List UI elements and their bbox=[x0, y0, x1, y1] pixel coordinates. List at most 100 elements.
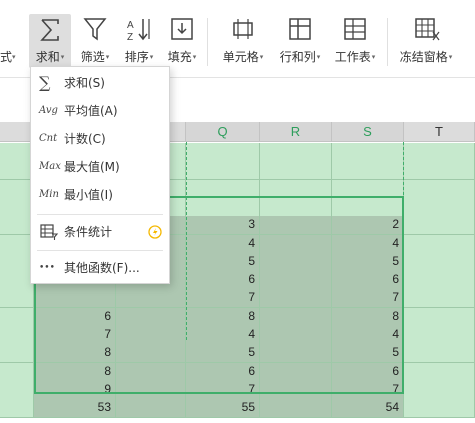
grid-cell[interactable] bbox=[260, 234, 332, 254]
filter-button[interactable]: 筛选▾ bbox=[74, 16, 116, 66]
grid-cell[interactable]: 4 bbox=[332, 326, 404, 345]
grid-cell[interactable] bbox=[116, 380, 186, 400]
grid-cell[interactable] bbox=[186, 143, 260, 162]
grid-cell[interactable] bbox=[260, 326, 332, 345]
grid-cell[interactable]: 7 bbox=[186, 380, 260, 400]
grid-cell[interactable] bbox=[332, 143, 404, 162]
grid-cell[interactable]: 8 bbox=[34, 344, 116, 364]
grid-cell[interactable] bbox=[260, 197, 332, 217]
grid-cell[interactable]: 6 bbox=[186, 271, 260, 291]
freeze-panes-button[interactable]: 冻结窗格▾ bbox=[395, 16, 457, 66]
menu-item-max[interactable]: Max 最大值(M) bbox=[31, 153, 169, 181]
column-header-t[interactable]: T bbox=[404, 122, 475, 142]
grid-cell[interactable] bbox=[116, 307, 186, 327]
grid-cell[interactable] bbox=[404, 161, 475, 181]
grid-cell[interactable] bbox=[0, 399, 34, 419]
grid-cell[interactable] bbox=[0, 234, 34, 254]
grid-cell[interactable]: 8 bbox=[186, 307, 260, 327]
grid-cell[interactable] bbox=[404, 197, 475, 217]
grid-cell[interactable] bbox=[404, 380, 475, 400]
menu-item-conditional-stats[interactable]: 条件统计 bbox=[31, 218, 169, 246]
grid-cell[interactable]: 7 bbox=[34, 326, 116, 345]
grid-cell[interactable] bbox=[186, 179, 260, 199]
grid-cell[interactable]: 4 bbox=[186, 234, 260, 254]
grid-cell[interactable] bbox=[332, 179, 404, 199]
grid-cell[interactable] bbox=[0, 326, 34, 345]
grid-cell[interactable]: 55 bbox=[186, 399, 260, 419]
grid-cell[interactable] bbox=[260, 380, 332, 400]
menu-item-min[interactable]: Min 最小值(I) bbox=[31, 181, 169, 209]
grid-cell[interactable] bbox=[260, 399, 332, 419]
cell-button[interactable]: 单元格▾ bbox=[218, 16, 268, 66]
sort-button[interactable]: A Z 排序▾ bbox=[118, 16, 160, 66]
grid-cell[interactable] bbox=[0, 252, 34, 272]
grid-cell[interactable] bbox=[34, 289, 116, 309]
grid-cell[interactable] bbox=[260, 307, 332, 327]
grid-cell[interactable]: 5 bbox=[332, 252, 404, 272]
grid-cell[interactable] bbox=[0, 307, 34, 327]
column-header-r[interactable]: R bbox=[260, 122, 332, 142]
grid-cell[interactable] bbox=[404, 252, 475, 272]
grid-cell[interactable] bbox=[260, 362, 332, 382]
grid-cell[interactable] bbox=[0, 179, 34, 199]
grid-cell[interactable] bbox=[260, 216, 332, 236]
grid-cell[interactable] bbox=[404, 143, 475, 162]
grid-cell[interactable]: 5 bbox=[332, 344, 404, 364]
grid-cell[interactable]: 4 bbox=[186, 326, 260, 345]
grid-cell[interactable] bbox=[0, 271, 34, 291]
grid-cell[interactable] bbox=[404, 307, 475, 327]
column-header-s[interactable]: S bbox=[332, 122, 404, 142]
grid-cell[interactable] bbox=[332, 197, 404, 217]
grid-cell[interactable] bbox=[116, 344, 186, 364]
grid-cell[interactable] bbox=[404, 289, 475, 309]
grid-cell[interactable] bbox=[260, 289, 332, 309]
grid-cell[interactable]: 54 bbox=[332, 399, 404, 419]
grid-cell[interactable] bbox=[260, 344, 332, 364]
grid-cell[interactable] bbox=[404, 271, 475, 291]
grid-cell[interactable] bbox=[260, 161, 332, 181]
grid-cell[interactable] bbox=[404, 399, 475, 419]
grid-cell[interactable] bbox=[116, 326, 186, 345]
grid-cell[interactable] bbox=[0, 197, 34, 217]
grid-cell[interactable] bbox=[404, 234, 475, 254]
grid-cell[interactable]: 2 bbox=[332, 216, 404, 236]
grid-cell[interactable]: 5 bbox=[186, 252, 260, 272]
fill-button[interactable]: 填充▾ bbox=[162, 16, 202, 66]
grid-cell[interactable]: 6 bbox=[34, 307, 116, 327]
grid-cell[interactable] bbox=[0, 362, 34, 382]
menu-item-count[interactable]: Cnt 计数(C) bbox=[31, 125, 169, 153]
grid-cell[interactable]: 6 bbox=[186, 362, 260, 382]
formula-button-partial[interactable]: 式▾ bbox=[0, 48, 16, 65]
menu-item-average[interactable]: Avg 平均值(A) bbox=[31, 97, 169, 125]
worksheet-button[interactable]: 工作表▾ bbox=[330, 16, 380, 66]
grid-cell[interactable]: 7 bbox=[332, 380, 404, 400]
grid-cell[interactable] bbox=[0, 216, 34, 236]
grid-cell[interactable] bbox=[186, 161, 260, 181]
grid-cell[interactable] bbox=[404, 344, 475, 364]
menu-item-more-functions[interactable]: ••• 其他函数(F)... bbox=[31, 254, 169, 282]
grid-cell[interactable]: 3 bbox=[186, 216, 260, 236]
column-header-partial[interactable] bbox=[0, 122, 34, 142]
autosum-button[interactable]: 求和▾ bbox=[29, 14, 71, 68]
row-col-button[interactable]: 行和列▾ bbox=[274, 16, 326, 66]
grid-cell[interactable]: 7 bbox=[186, 289, 260, 309]
menu-item-sum[interactable]: ∑ 求和(S) bbox=[31, 69, 169, 97]
grid-cell[interactable]: 5 bbox=[186, 344, 260, 364]
grid-cell[interactable]: 4 bbox=[332, 234, 404, 254]
grid-cell[interactable] bbox=[404, 179, 475, 199]
grid-cell[interactable]: 8 bbox=[332, 307, 404, 327]
grid-cell[interactable] bbox=[116, 362, 186, 382]
column-header-q[interactable]: Q bbox=[186, 122, 260, 142]
grid-cell[interactable] bbox=[404, 326, 475, 345]
grid-cell[interactable]: 9 bbox=[34, 380, 116, 400]
grid-cell[interactable]: 53 bbox=[34, 399, 116, 419]
grid-cell[interactable] bbox=[0, 161, 34, 181]
grid-cell[interactable] bbox=[0, 380, 34, 400]
grid-cell[interactable]: 6 bbox=[332, 271, 404, 291]
grid-cell[interactable]: 8 bbox=[34, 362, 116, 382]
grid-cell[interactable]: 6 bbox=[332, 362, 404, 382]
grid-cell[interactable] bbox=[186, 197, 260, 217]
grid-cell[interactable] bbox=[260, 271, 332, 291]
grid-cell[interactable] bbox=[260, 143, 332, 162]
grid-cell[interactable] bbox=[0, 143, 34, 162]
